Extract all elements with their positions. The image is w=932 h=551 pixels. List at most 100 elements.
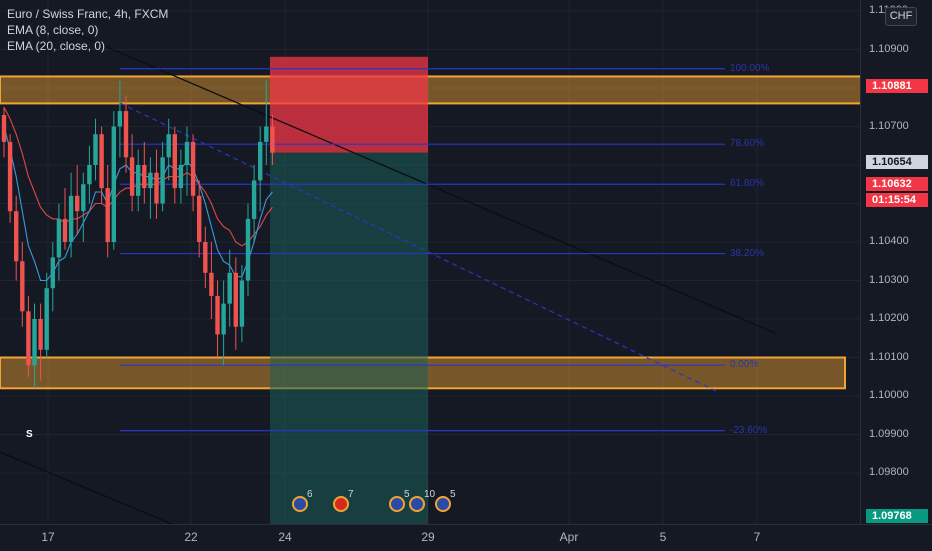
candle-body <box>14 211 19 262</box>
candle-body <box>111 126 116 242</box>
candle <box>178 149 184 204</box>
candle-body <box>190 141 196 196</box>
price-tick: 1.10700 <box>869 119 909 132</box>
eu-flag-icon[interactable] <box>292 496 308 512</box>
time-tick: Apr <box>559 530 579 544</box>
candle <box>7 134 13 223</box>
candle-body <box>172 134 177 189</box>
candle-body <box>227 272 232 304</box>
candle-body <box>129 157 135 196</box>
fib-level-label: -23.60% <box>730 424 768 436</box>
eu-flag-icon[interactable] <box>409 496 425 512</box>
chart-legend[interactable]: Euro / Swiss Franc, 4h, FXCM EMA (8, clo… <box>7 6 168 54</box>
candle <box>105 165 110 258</box>
price-tag: 01:15:54 <box>866 193 928 207</box>
candle <box>111 111 116 250</box>
candle-body <box>142 165 147 189</box>
price-tag: 1.10881 <box>866 79 928 93</box>
time-axis[interactable]: 17 22 24 29 Apr 5 7 <box>0 524 932 551</box>
resistance-zone <box>0 75 860 105</box>
fib-level-label: 100.00% <box>730 62 770 74</box>
candle <box>56 203 62 281</box>
event-count: 5 <box>404 489 410 500</box>
time-tick: 17 <box>41 530 55 544</box>
candle <box>1 107 7 158</box>
candle-body <box>62 218 68 242</box>
event-count: 5 <box>450 489 456 500</box>
time-tick: 7 <box>753 530 761 544</box>
fib-level-label: 38.20% <box>730 247 764 259</box>
candle <box>172 126 177 204</box>
candle-body <box>99 134 104 189</box>
candle-body <box>251 180 257 219</box>
candle <box>184 126 190 196</box>
candle <box>203 226 208 289</box>
candle-body <box>1 114 7 142</box>
currency-button[interactable]: CHF <box>885 7 917 26</box>
price-chart[interactable] <box>0 0 860 524</box>
fib-level-label: 0.00% <box>730 359 759 371</box>
candle-body <box>245 218 251 281</box>
price-tick: 1.10100 <box>869 350 909 363</box>
time-tick: 24 <box>278 530 292 544</box>
price-tag: 1.10654 <box>866 155 928 169</box>
time-tick: 22 <box>184 530 198 544</box>
candle-body <box>203 242 208 273</box>
candle <box>166 118 171 181</box>
candle-body <box>87 165 92 185</box>
candle <box>81 172 86 242</box>
candle-body <box>197 195 202 242</box>
price-tick: 1.10000 <box>869 389 909 401</box>
candle <box>215 280 220 358</box>
candle <box>160 141 165 212</box>
candle <box>221 280 226 366</box>
candle <box>245 203 251 296</box>
candle-body <box>178 165 184 189</box>
candle-body <box>20 261 25 312</box>
candle-body <box>105 188 110 242</box>
price-tick: 1.10200 <box>869 312 909 324</box>
candle <box>87 145 92 204</box>
time-tick: 29 <box>421 530 435 544</box>
take-profit-area <box>270 152 428 524</box>
symbol-title[interactable]: Euro / Swiss Franc, 4h, FXCM <box>7 6 168 22</box>
candle-body <box>75 195 80 212</box>
price-tick: 1.09900 <box>869 427 909 440</box>
candle <box>50 242 55 312</box>
candle-body <box>184 141 190 165</box>
trend-line-lower <box>0 451 174 524</box>
candle-body <box>166 134 171 158</box>
candle <box>258 126 263 212</box>
candle <box>123 95 129 173</box>
time-tick: 5 <box>659 530 667 544</box>
candle-body <box>7 141 13 212</box>
candle <box>154 149 159 219</box>
candle-body <box>26 311 31 366</box>
candle <box>129 134 135 212</box>
candle-body <box>136 165 141 196</box>
eu-flag-icon[interactable] <box>389 496 405 512</box>
ema20-legend[interactable]: EMA (20, close, 0) <box>7 38 168 54</box>
price-tick: 1.10400 <box>869 235 909 247</box>
candle-body <box>160 157 165 204</box>
candle <box>62 188 68 250</box>
candle-body <box>81 184 86 212</box>
candle-body <box>221 303 226 335</box>
candle <box>20 242 25 327</box>
event-count: 7 <box>348 489 354 500</box>
candle-body <box>215 295 220 335</box>
event-count: 6 <box>307 489 313 500</box>
candle-body <box>233 272 238 327</box>
ema8-legend[interactable]: EMA (8, close, 0) <box>7 22 168 38</box>
stop-loss-area <box>270 56 428 153</box>
price-tick: 1.09800 <box>869 466 909 478</box>
signal-marker: S <box>26 429 33 440</box>
candle <box>75 165 80 235</box>
candle-body <box>209 272 214 296</box>
candle <box>227 249 232 327</box>
eu-flag-icon[interactable] <box>435 496 451 512</box>
candle-body <box>264 126 269 142</box>
candle-body <box>123 111 129 158</box>
candle-body <box>239 280 245 327</box>
swiss-flag-icon[interactable] <box>333 496 349 512</box>
